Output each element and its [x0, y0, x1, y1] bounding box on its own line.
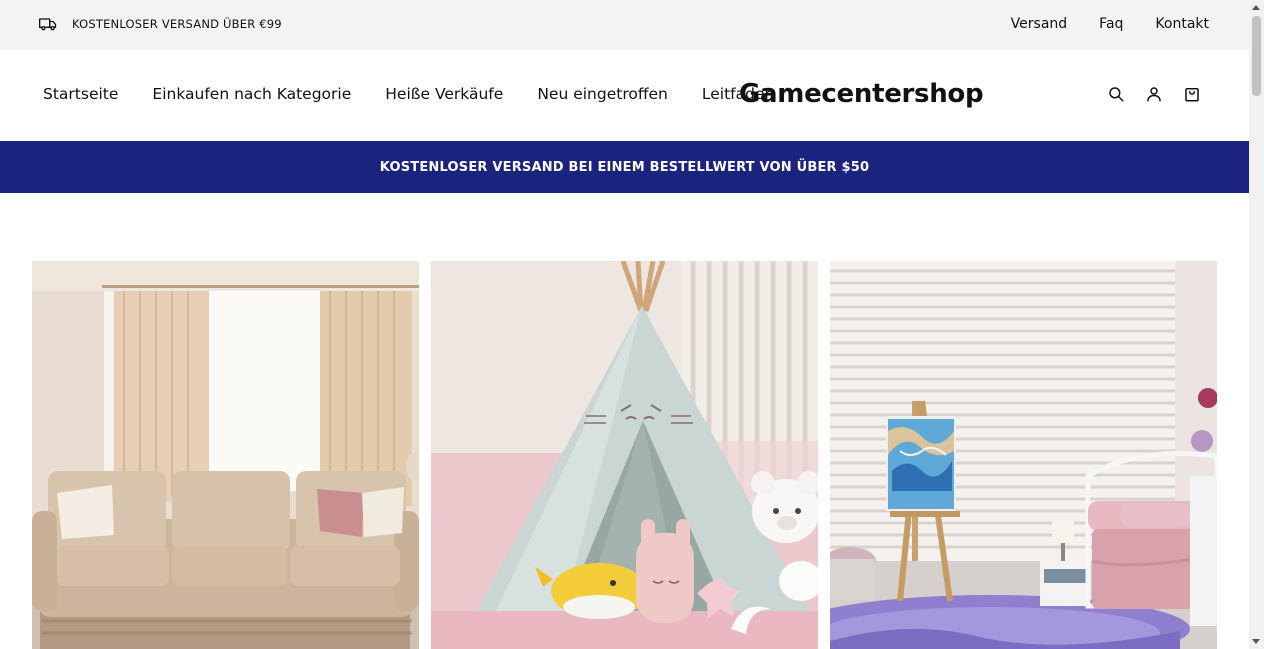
nav-heisse-verkaeufe[interactable]: Heiße Verkäufe [385, 85, 503, 103]
site-header: Startseite Einkaufen nach Kategorie Heiß… [0, 50, 1249, 141]
collection-tile-kids-room[interactable] [431, 261, 818, 649]
cart-button[interactable] [1182, 84, 1202, 104]
scrollbar-thumb[interactable] [1252, 16, 1261, 96]
living-room-sofa-image [32, 261, 419, 649]
nav-neu-eingetroffen[interactable]: Neu eingetroffen [537, 85, 668, 103]
announcement-bar: KOSTENLOSER VERSAND ÜBER €99 Versand Faq… [0, 0, 1249, 50]
shipping-notice-text: KOSTENLOSER VERSAND ÜBER €99 [72, 17, 282, 31]
main-nav: Startseite Einkaufen nach Kategorie Heiß… [43, 85, 774, 103]
account-button[interactable] [1144, 84, 1164, 104]
page-scrollbar[interactable] [1249, 0, 1264, 649]
nav-einkaufen-nach-kategorie[interactable]: Einkaufen nach Kategorie [152, 85, 351, 103]
collection-tile-living-room[interactable] [32, 261, 419, 649]
account-icon [1147, 87, 1161, 102]
shipping-notice: KOSTENLOSER VERSAND ÜBER €99 [38, 14, 282, 34]
scroll-down-arrow-icon[interactable] [1252, 639, 1260, 644]
collection-tile-bedroom[interactable] [830, 261, 1217, 649]
utility-links: Versand Faq Kontakt [1011, 16, 1209, 32]
collection-tiles [32, 261, 1217, 649]
nav-startseite[interactable]: Startseite [43, 85, 118, 103]
promo-text: KOSTENLOSER VERSAND BEI EINEM BESTELLWER… [379, 159, 870, 175]
kids-teepee-tent-image [431, 261, 818, 649]
promo-banner: KOSTENLOSER VERSAND BEI EINEM BESTELLWER… [0, 141, 1249, 193]
scroll-up-arrow-icon[interactable] [1252, 5, 1260, 10]
search-button[interactable] [1106, 84, 1126, 104]
link-kontakt[interactable]: Kontakt [1155, 16, 1209, 32]
site-logo[interactable]: Gamecentershop [739, 79, 984, 109]
header-icons [1106, 84, 1202, 104]
link-faq[interactable]: Faq [1099, 16, 1123, 32]
girls-bedroom-easel-image [830, 261, 1217, 649]
link-versand[interactable]: Versand [1011, 16, 1068, 32]
cart-icon [1185, 88, 1199, 102]
search-icon [1109, 87, 1124, 102]
truck-icon [39, 18, 57, 31]
